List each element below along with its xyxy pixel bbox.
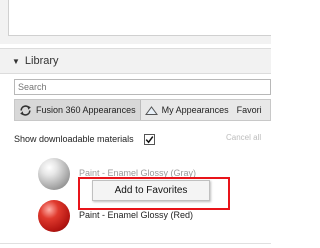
appearance-icon — [144, 105, 158, 116]
show-downloadable-label: Show downloadable materials — [14, 134, 134, 144]
divider — [0, 243, 271, 244]
checkmark-icon — [145, 135, 153, 143]
top-panel — [0, 0, 271, 44]
tab-label: My Appearances — [161, 105, 229, 115]
top-panel-box — [8, 0, 271, 36]
tab-label: Favori — [236, 105, 262, 115]
tab-label: Fusion 360 Appearances — [36, 105, 136, 115]
context-menu: Add to Favorites — [92, 180, 210, 201]
tab-fusion-360-appearances[interactable]: Fusion 360 Appearances — [15, 100, 141, 120]
tab-my-appearances[interactable]: My Appearances — [141, 100, 233, 120]
search-box[interactable] — [14, 79, 271, 95]
tab-favorites[interactable]: Favori — [233, 100, 266, 120]
refresh-icon — [19, 104, 32, 117]
search-input[interactable] — [18, 82, 270, 92]
material-label-gray[interactable]: Paint - Enamel Glossy (Gray) — [79, 168, 196, 178]
library-header[interactable]: ▼ Library — [0, 48, 271, 74]
material-swatch-red[interactable] — [38, 200, 70, 232]
add-to-favorites-menu-item[interactable]: Add to Favorites — [115, 185, 188, 196]
material-label-red[interactable]: Paint - Enamel Glossy (Red) — [79, 210, 193, 220]
library-title: Library — [24, 55, 59, 67]
cancel-all-link[interactable]: Cancel all — [226, 133, 261, 142]
collapse-triangle-icon[interactable]: ▼ — [12, 57, 20, 66]
material-swatch-gray[interactable] — [38, 158, 70, 190]
library-tabs: Fusion 360 Appearances My Appearances Fa… — [14, 99, 271, 121]
show-downloadable-checkbox[interactable] — [143, 133, 155, 145]
